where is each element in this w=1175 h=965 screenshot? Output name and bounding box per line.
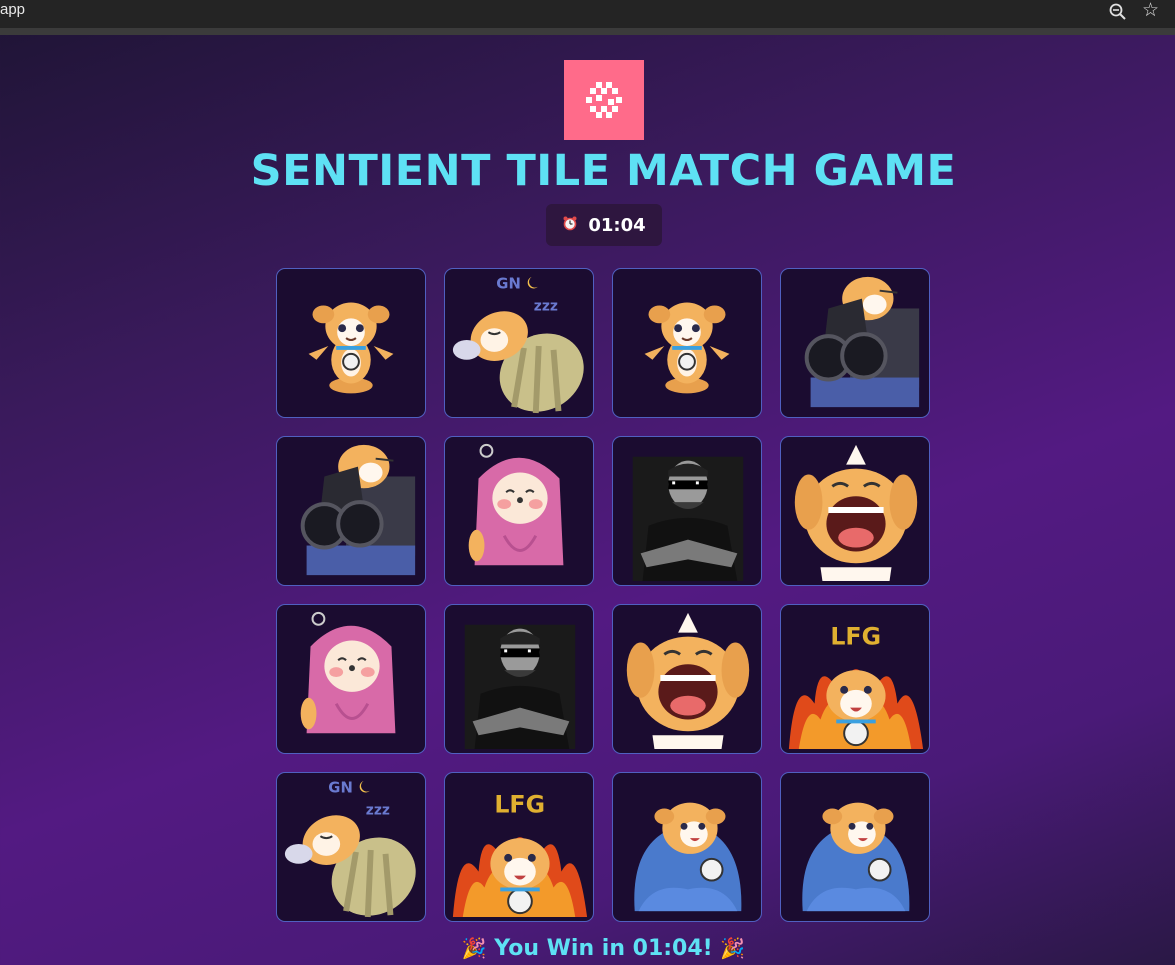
dog-lfg-fire-image: LFG [788,622,924,750]
tile-dog-sleeping-gn[interactable]: GN zzz [276,772,426,922]
win-text: You Win in 01:04! [494,936,713,961]
win-message: 🎉 You Win in 01:04! 🎉 [0,936,1175,961]
tile-dog-lfg-fire[interactable]: LFG [780,604,930,754]
toolbar-divider [0,28,1175,35]
tile-man-sunglasses[interactable] [612,436,762,586]
tile-dog-sleeping-gn[interactable]: GN zzz [444,268,594,418]
game-board: GN zzz LFG GN zzz LFG [276,268,932,922]
dog-laughing-image [794,444,918,582]
tile-man-sunglasses[interactable] [444,604,594,754]
timer-value: 01:04 [588,214,646,236]
dog-blanket-image [634,802,742,912]
dog-hijab-image [300,611,396,734]
alarm-clock-icon [562,215,578,236]
svg-text:LFG: LFG [494,790,545,818]
dog-hijab-image [468,443,564,566]
tile-dog-hijab[interactable] [276,604,426,754]
dog-lfg-fire-image: LFG [452,790,588,918]
dog-shotgun-image [300,444,416,576]
dog-sleeping-gn-image: GN zzz [452,276,584,414]
sentient-logo-icon [564,60,644,140]
browser-toolbar: app ☆ [0,0,1175,35]
svg-text:zzz: zzz [534,298,558,314]
tile-dog-blanket[interactable] [612,772,762,922]
tile-dog-laughing[interactable] [612,604,762,754]
party-popper-icon: 🎉 [461,936,487,960]
tile-dog-shrug[interactable] [612,268,762,418]
tile-dog-shotgun[interactable] [780,268,930,418]
dog-blanket-image [802,802,910,912]
dog-shotgun-image [804,276,920,408]
svg-text:zzz: zzz [366,802,390,818]
address-bar-text[interactable]: app [0,1,25,18]
svg-text:LFG: LFG [830,622,881,650]
tile-dog-shrug[interactable] [276,268,426,418]
timer: 01:04 [546,204,662,246]
dog-shrug-image [308,302,394,394]
tile-dog-blanket[interactable] [780,772,930,922]
svg-text:GN: GN [496,276,521,293]
tile-dog-shotgun[interactable] [276,436,426,586]
man-sunglasses-image [464,624,576,750]
star-icon[interactable]: ☆ [1142,0,1159,21]
dog-sleeping-gn-image: GN zzz [284,780,416,918]
svg-text:GN: GN [328,780,353,797]
dog-shrug-image [644,302,730,394]
tile-dog-hijab[interactable] [444,436,594,586]
man-sunglasses-image [632,456,744,582]
party-popper-icon: 🎉 [720,936,746,960]
dog-laughing-image [626,612,750,750]
tile-dog-laughing[interactable] [780,436,930,586]
game-title: SENTIENT TILE MATCH GAME [250,146,957,196]
tile-dog-lfg-fire[interactable]: LFG [444,772,594,922]
zoom-out-icon[interactable] [1108,2,1128,22]
